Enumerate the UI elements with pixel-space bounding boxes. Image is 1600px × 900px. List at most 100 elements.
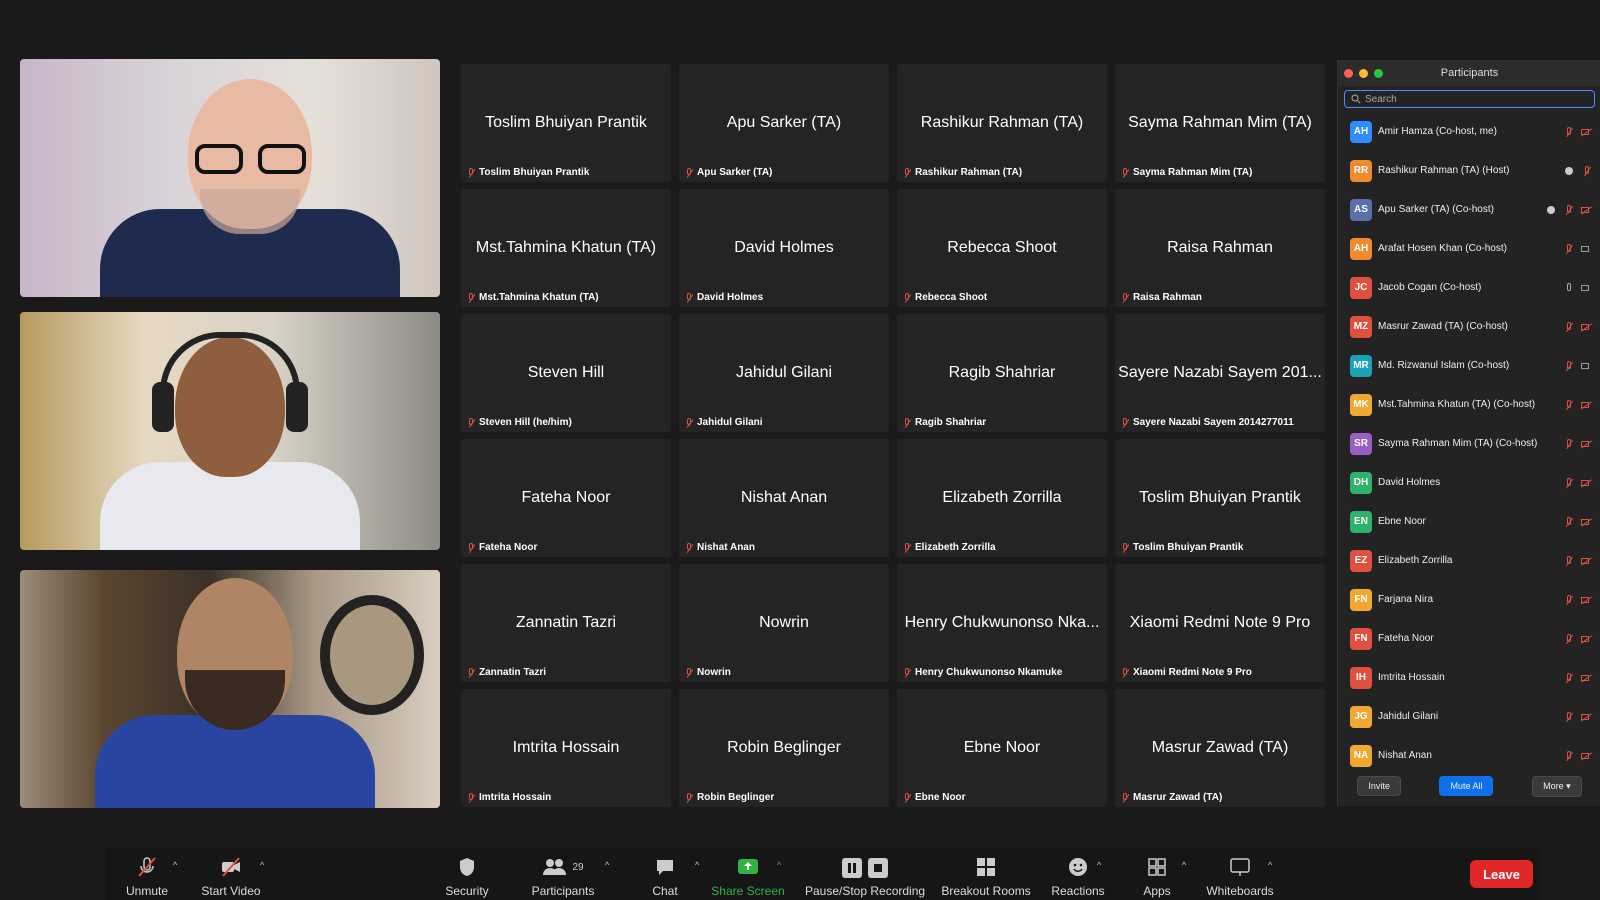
video-off-icon[interactable] — [1581, 204, 1593, 216]
participant-tile[interactable]: Toslim Bhuiyan Prantik Toslim Bhuiyan Pra… — [1115, 439, 1325, 557]
participant-tile[interactable]: Nishat Anan Nishat Anan — [679, 439, 889, 557]
participant-list-item[interactable]: EN Ebne Noor — [1338, 502, 1600, 541]
mic-muted-icon[interactable] — [1563, 204, 1575, 216]
participant-tile[interactable]: Robin Beglinger Robin Beglinger — [679, 689, 889, 807]
video-off-icon[interactable] — [1581, 516, 1593, 528]
participant-tile[interactable]: Ebne Noor Ebne Noor — [897, 689, 1107, 807]
video-icon[interactable] — [1581, 282, 1593, 294]
participant-tile[interactable]: Nowrin Nowrin — [679, 564, 889, 682]
mute-all-button[interactable]: Mute All — [1439, 776, 1494, 796]
participant-list-item[interactable]: AS Apu Sarker (TA) (Co-host) — [1338, 190, 1600, 229]
leave-button[interactable]: Leave — [1470, 860, 1533, 888]
participant-tile[interactable]: Steven Hill Steven Hill (he/him) — [461, 314, 671, 432]
participant-tile[interactable]: Jahidul Gilani Jahidul Gilani — [679, 314, 889, 432]
mic-muted-icon[interactable] — [1563, 399, 1575, 411]
video-off-icon[interactable] — [1581, 750, 1593, 762]
mic-muted-icon[interactable] — [1563, 360, 1575, 372]
mic-muted-icon[interactable] — [1563, 594, 1575, 606]
video-tile-1[interactable] — [20, 59, 440, 297]
participant-list-item[interactable]: FN Fateha Noor — [1338, 619, 1600, 658]
participant-list-item[interactable]: MK Mst.Tahmina Khatun (TA) (Co-host) — [1338, 385, 1600, 424]
pause-stop-recording-button[interactable]: Pause/Stop Recording — [805, 848, 925, 900]
video-off-icon[interactable] — [1581, 438, 1593, 450]
mic-muted-icon[interactable] — [1563, 516, 1575, 528]
video-off-icon[interactable] — [1581, 633, 1593, 645]
participant-tile[interactable]: Raisa Rahman Raisa Rahman — [1115, 189, 1325, 307]
participants-button[interactable]: 29 Participants — [530, 848, 596, 900]
mic-muted-icon[interactable] — [1563, 321, 1575, 333]
participant-list-item[interactable]: JG Jahidul Gilani — [1338, 697, 1600, 736]
mic-muted-icon[interactable] — [1563, 555, 1575, 567]
participant-list-item[interactable]: EZ Elizabeth Zorrilla — [1338, 541, 1600, 580]
unmute-button[interactable]: Unmute — [122, 848, 172, 900]
invite-button[interactable]: Invite — [1357, 776, 1401, 796]
participant-tile[interactable]: Apu Sarker (TA) Apu Sarker (TA) — [679, 64, 889, 182]
mic-muted-icon[interactable] — [1563, 750, 1575, 762]
participant-tile[interactable]: Rebecca Shoot Rebecca Shoot — [897, 189, 1107, 307]
video-off-icon[interactable] — [1581, 321, 1593, 333]
security-button[interactable]: Security — [442, 848, 492, 900]
mic-muted-icon[interactable] — [1563, 633, 1575, 645]
reactions-button[interactable]: Reactions — [1050, 848, 1106, 900]
video-off-icon[interactable] — [1581, 477, 1593, 489]
video-icon[interactable] — [1581, 243, 1593, 255]
participant-list-item[interactable]: AH Amir Hamza (Co-host, me) — [1338, 112, 1600, 151]
participant-list-item[interactable]: RR Rashikur Rahman (TA) (Host) — [1338, 151, 1600, 190]
apps-options-caret[interactable]: ^ — [1182, 860, 1186, 870]
minimize-window-button[interactable] — [1359, 69, 1368, 78]
screen-share-indicator-icon[interactable] — [1563, 165, 1575, 177]
breakout-rooms-button[interactable]: Breakout Rooms — [940, 848, 1032, 900]
participant-list-item[interactable]: IH Imtrita Hossain — [1338, 658, 1600, 697]
maximize-window-button[interactable] — [1374, 69, 1383, 78]
reactions-options-caret[interactable]: ^ — [1097, 860, 1101, 870]
mic-muted-icon[interactable] — [1563, 711, 1575, 723]
participant-list-item[interactable]: SR Sayma Rahman Mim (TA) (Co-host) — [1338, 424, 1600, 463]
video-off-icon[interactable] — [1581, 594, 1593, 606]
participant-list-item[interactable]: JC Jacob Cogan (Co-host) — [1338, 268, 1600, 307]
participant-tile[interactable]: David Holmes David Holmes — [679, 189, 889, 307]
video-off-icon[interactable] — [1581, 711, 1593, 723]
mic-muted-icon[interactable] — [1563, 477, 1575, 489]
mic-muted-icon[interactable] — [1563, 243, 1575, 255]
participant-tile[interactable]: Xiaomi Redmi Note 9 Pro Xiaomi Redmi Note… — [1115, 564, 1325, 682]
participant-tile[interactable]: Masrur Zawad (TA) Masrur Zawad (TA) — [1115, 689, 1325, 807]
video-tile-3[interactable] — [20, 570, 440, 808]
participant-tile[interactable]: Rashikur Rahman (TA) Rashikur Rahman (TA) — [897, 64, 1107, 182]
video-options-caret[interactable]: ^ — [260, 860, 264, 870]
participant-list-item[interactable]: DH David Holmes — [1338, 463, 1600, 502]
mic-muted-icon[interactable] — [1563, 672, 1575, 684]
video-off-icon[interactable] — [1581, 672, 1593, 684]
participant-tile[interactable]: Henry Chukwunonso Nka... Henry Chukwunons… — [897, 564, 1107, 682]
mic-muted-icon[interactable] — [1563, 126, 1575, 138]
mic-icon[interactable] — [1563, 282, 1575, 294]
participant-tile[interactable]: Fateha Noor Fateha Noor — [461, 439, 671, 557]
start-video-button[interactable]: Start Video — [200, 848, 262, 900]
video-off-icon[interactable] — [1581, 399, 1593, 411]
more-button[interactable]: More ▾ — [1532, 775, 1582, 797]
video-tile-2[interactable] — [20, 312, 440, 550]
participant-tile[interactable]: Sayere Nazabi Sayem 201... Sayere Nazabi … — [1115, 314, 1325, 432]
whiteboards-button[interactable]: Whiteboards — [1205, 848, 1275, 900]
participant-list-item[interactable]: MZ Masrur Zawad (TA) (Co-host) — [1338, 307, 1600, 346]
search-input[interactable]: Search — [1344, 90, 1595, 108]
participant-tile[interactable]: Toslim Bhuiyan Prantik Toslim Bhuiyan Pra… — [461, 64, 671, 182]
close-window-button[interactable] — [1344, 69, 1353, 78]
participant-list-item[interactable]: MR Md. Rizwanul Islam (Co-host) — [1338, 346, 1600, 385]
participant-tile[interactable]: Sayma Rahman Mim (TA) Sayma Rahman Mim (T… — [1115, 64, 1325, 182]
participant-tile[interactable]: Mst.Tahmina Khatun (TA) Mst.Tahmina Khatu… — [461, 189, 671, 307]
share-options-caret[interactable]: ^ — [777, 860, 781, 870]
whiteboards-options-caret[interactable]: ^ — [1268, 860, 1272, 870]
participant-tile[interactable]: Ragib Shahriar Ragib Shahriar — [897, 314, 1107, 432]
mic-muted-icon[interactable] — [1563, 438, 1575, 450]
participant-tile[interactable]: Imtrita Hossain Imtrita Hossain — [461, 689, 671, 807]
video-off-icon[interactable] — [1581, 126, 1593, 138]
chat-button[interactable]: Chat — [645, 848, 685, 900]
participant-list-item[interactable]: AH Arafat Hosen Khan (Co-host) — [1338, 229, 1600, 268]
share-screen-button[interactable]: Share Screen — [710, 848, 786, 900]
video-off-icon[interactable] — [1581, 555, 1593, 567]
participant-tile[interactable]: Zannatin Tazri Zannatin Tazri — [461, 564, 671, 682]
apps-button[interactable]: Apps — [1140, 848, 1174, 900]
mic-muted-icon[interactable] — [1581, 165, 1593, 177]
video-icon[interactable] — [1581, 360, 1593, 372]
chat-options-caret[interactable]: ^ — [695, 860, 699, 870]
